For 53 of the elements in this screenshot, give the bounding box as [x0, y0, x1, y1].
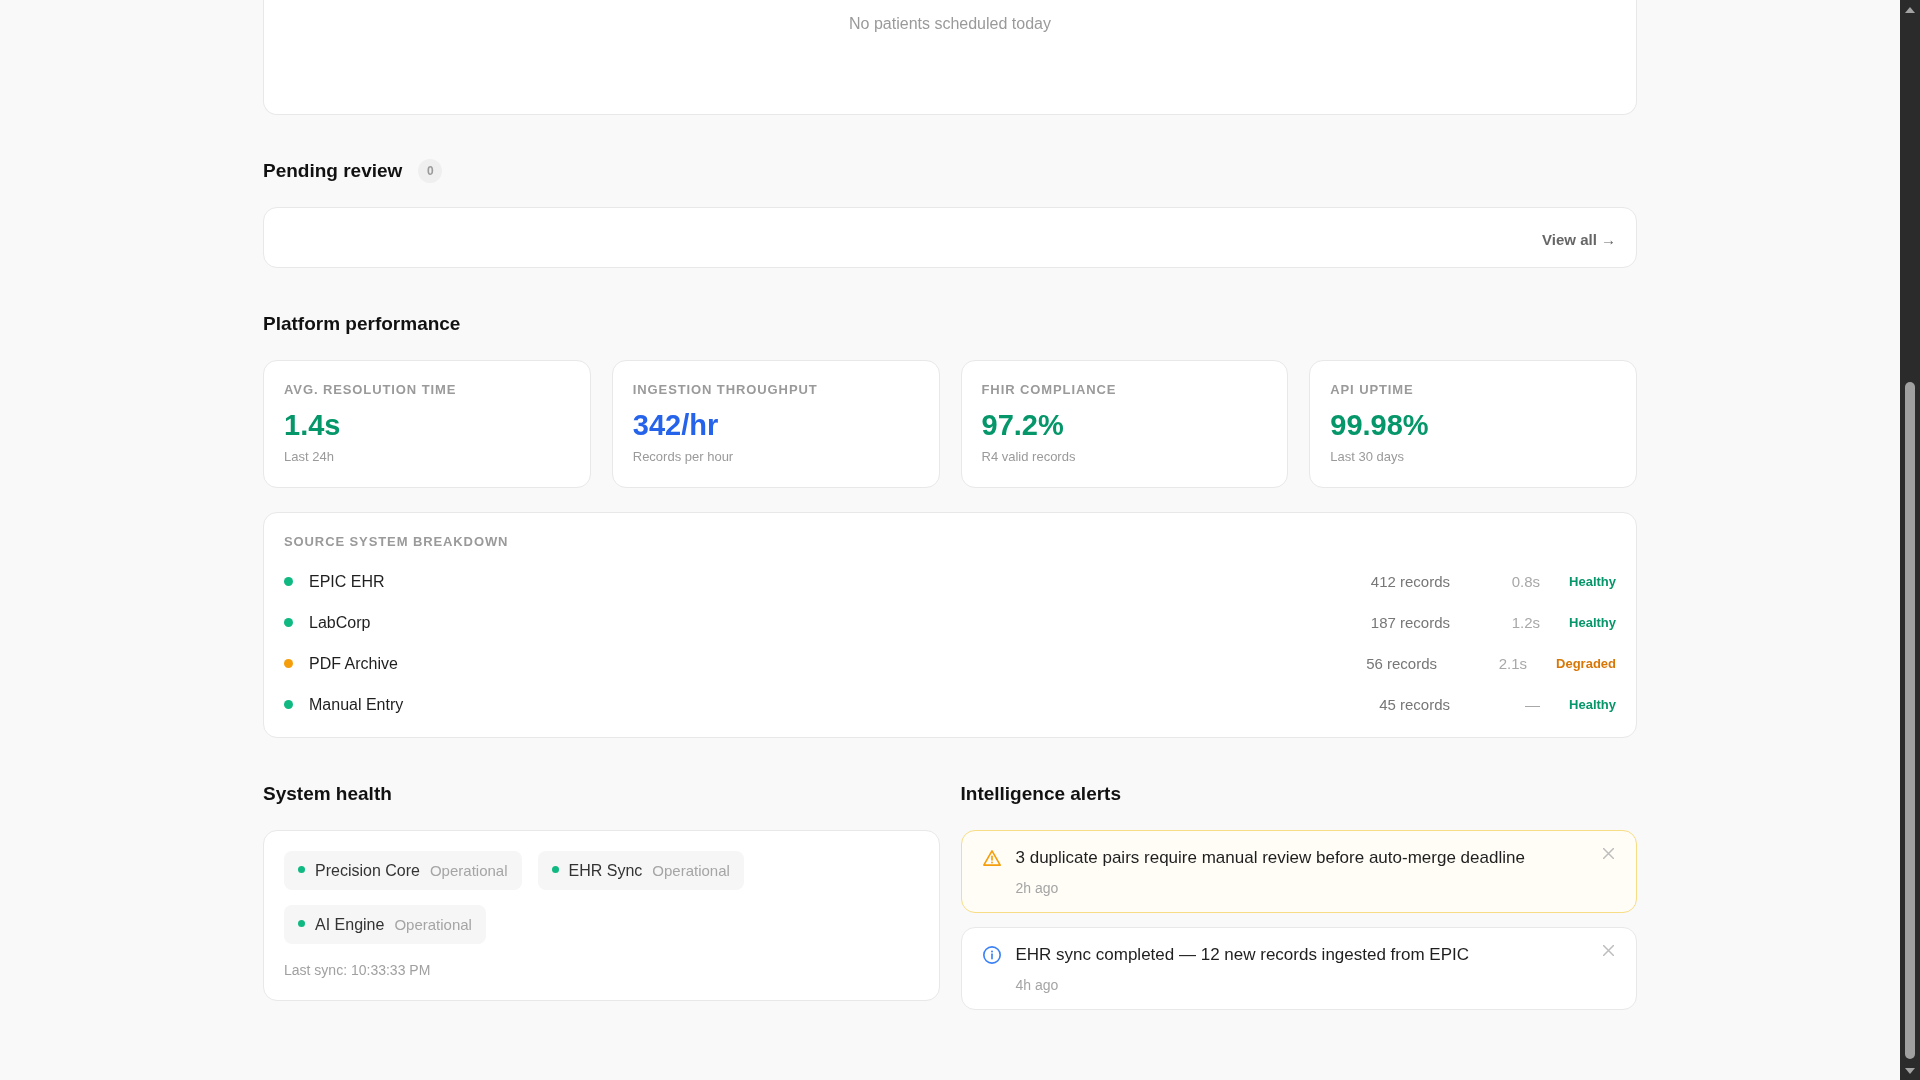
metric-value: 99.98% [1330, 408, 1429, 443]
record-count: 45 records [1379, 694, 1451, 715]
metric-caption: Last 30 days [1330, 448, 1404, 466]
status-label: Degraded [1556, 654, 1616, 673]
section-title: Intelligence alerts [960, 782, 1121, 806]
metric-caption: Records per hour [632, 448, 734, 466]
metric-label: INGESTION THROUGHPUT [632, 381, 818, 399]
service-status: Operational [429, 861, 508, 881]
record-count: 56 records [1366, 653, 1438, 674]
metric-caption: Last 24h [284, 448, 334, 466]
source-name: PDF Archive [309, 653, 398, 674]
metric-value: 1.4s [284, 408, 341, 443]
record-count: 412 records [1370, 571, 1451, 592]
status-label: Healthy [1569, 572, 1616, 591]
latency-value: 1.2s [1511, 612, 1541, 633]
latency-value: 2.1s [1498, 653, 1528, 674]
metric-caption: R4 valid records [981, 448, 1076, 466]
last-sync-text: Last sync: 10:33:33 PM [284, 961, 431, 979]
service-status: Operational [652, 861, 730, 881]
latency-value: — [1525, 694, 1541, 715]
source-name: EPIC EHR [309, 571, 385, 592]
alert-time: 2h ago [1015, 879, 1059, 897]
scrollbar-thumb[interactable] [1905, 382, 1915, 1059]
status-label: Healthy [1569, 695, 1616, 714]
record-count: 187 records [1370, 612, 1451, 633]
alert-message: 3 duplicate pairs require manual review before auto-merge deadline [1015, 847, 1525, 869]
metric-label: AVG. RESOLUTION TIME [284, 381, 457, 399]
section-title: System health [263, 782, 392, 806]
up-arrow-icon[interactable] [1905, 7, 1915, 13]
service-name: Precision Core [315, 861, 420, 881]
review-count: 0 [418, 159, 443, 183]
scrollbar-track[interactable] [1900, 0, 1920, 1080]
metric-label: API UPTIME [1330, 381, 1414, 399]
alert-time: 4h ago [1015, 976, 1059, 994]
service-status: Operational [394, 915, 472, 935]
source-name: Manual Entry [309, 694, 404, 715]
down-arrow-icon[interactable] [1905, 1068, 1915, 1074]
view-all-link[interactable]: View all → [1542, 229, 1616, 250]
latency-value: 0.8s [1511, 571, 1541, 592]
metric-value: 342/hr [632, 408, 719, 443]
service-name: EHR Sync [568, 861, 643, 881]
alert-message: EHR sync completed — 12 new records ingested from EPIC [1015, 944, 1470, 966]
status-label: Healthy [1569, 613, 1616, 632]
empty-state-text: No patients scheduled today [849, 14, 1051, 34]
service-name: AI Engine [315, 915, 385, 935]
section-title: Pending review [263, 159, 403, 183]
metric-label: FHIR COMPLIANCE [981, 381, 1117, 399]
info-icon [982, 946, 1001, 964]
card-title: SOURCE SYSTEM BREAKDOWN [284, 533, 509, 551]
source-name: LabCorp [309, 612, 371, 633]
section-title: Platform performance [263, 312, 461, 336]
metric-value: 97.2% [981, 408, 1064, 443]
warning-icon [982, 849, 1001, 867]
